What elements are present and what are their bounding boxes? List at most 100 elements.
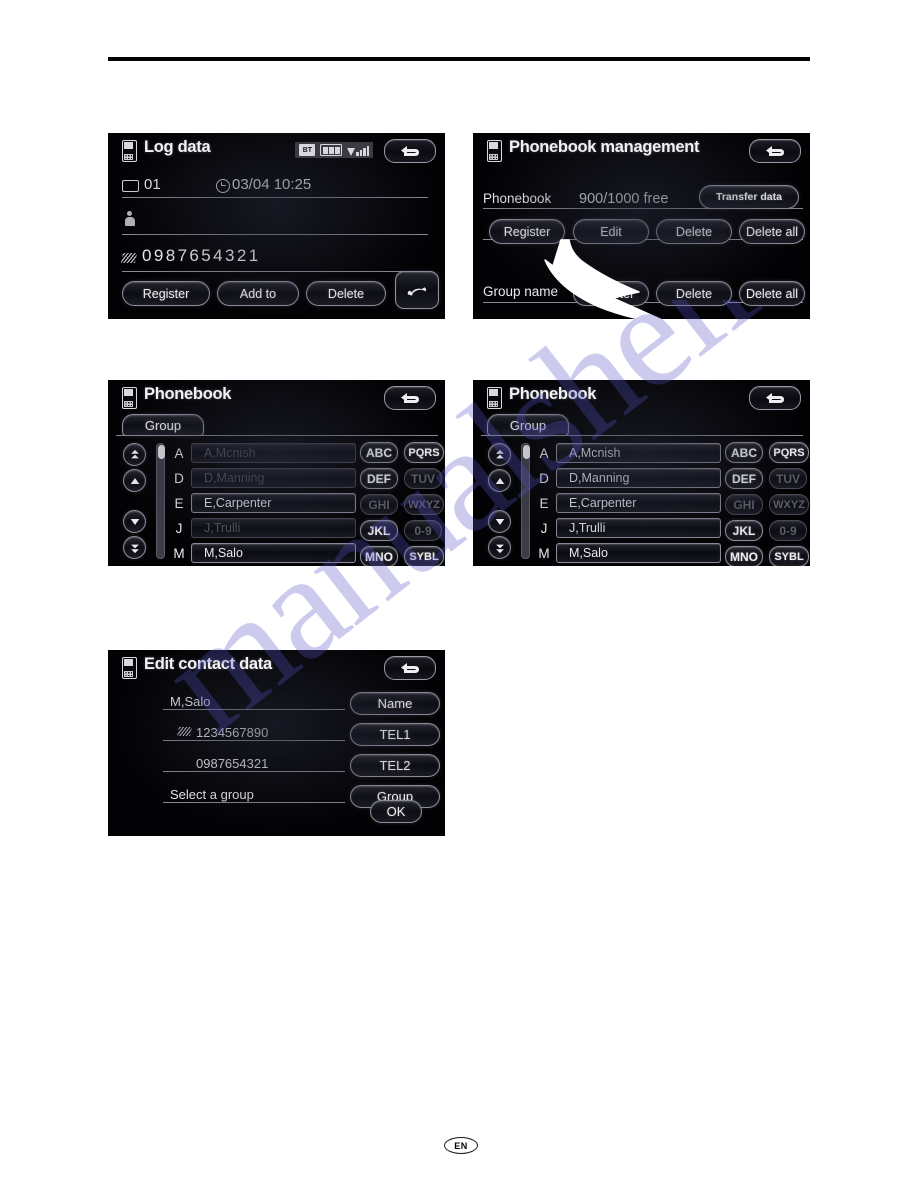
phone-icon (122, 387, 137, 409)
page-up-icon[interactable] (488, 443, 511, 466)
keypad-button-pqrs[interactable]: PQRS (769, 442, 809, 463)
back-arrow-icon (766, 393, 784, 403)
down-icon[interactable] (123, 510, 146, 533)
field-value: M,Salo (170, 694, 211, 709)
back-button[interactable] (384, 656, 436, 680)
scrollbar[interactable] (156, 443, 165, 559)
back-button[interactable] (384, 139, 436, 163)
up-arrow-icon (495, 477, 504, 484)
keypad-button-sybl[interactable]: SYBL (769, 546, 809, 566)
back-button[interactable] (749, 139, 801, 163)
pb-title-row: Phonebook (473, 380, 810, 414)
register-button[interactable]: Register (489, 219, 565, 244)
log-timestamp: 03/04 10:25 (232, 176, 312, 193)
list-item[interactable]: M,Salo (191, 543, 356, 563)
log-row-name (122, 209, 428, 235)
down-icon[interactable] (488, 510, 511, 533)
back-arrow-icon (401, 663, 419, 673)
list-index-letter: J (540, 521, 548, 536)
delete-button[interactable]: Delete (306, 281, 386, 306)
list-item: J,Trulli (191, 518, 356, 538)
log-row-number-time: 01 03/04 10:25 (122, 176, 428, 198)
ok-button[interactable]: OK (370, 800, 422, 823)
keypad-button-jkl[interactable]: JKL (725, 520, 763, 541)
keypad-button-ghi: GHI (725, 494, 763, 515)
list-item[interactable]: E,Carpenter (191, 493, 356, 513)
keypad-button-jkl[interactable]: JKL (360, 520, 398, 541)
group-register-button[interactable]: Register (573, 281, 649, 306)
field-underline (163, 740, 345, 741)
keypad-button-mno[interactable]: MNO (725, 546, 763, 566)
back-button[interactable] (384, 386, 436, 410)
list-index-letter: J (175, 521, 183, 536)
field-button-name[interactable]: Name (350, 692, 440, 715)
page-down-icon[interactable] (488, 536, 511, 559)
list-index-letter: A (539, 446, 549, 461)
divider (116, 435, 438, 436)
field-button-tel1[interactable]: TEL1 (350, 723, 440, 746)
group-name-label: Group name (483, 284, 559, 299)
call-log-icon (122, 180, 139, 192)
keypad-button-wxyz: WXYZ (404, 494, 444, 515)
list-item[interactable]: E,Carpenter (556, 493, 721, 513)
list-item[interactable]: A,Mcnish (556, 443, 721, 463)
transfer-data-button[interactable]: Transfer data (699, 185, 799, 209)
scrollbar[interactable] (521, 443, 530, 559)
field-button-tel2[interactable]: TEL2 (350, 754, 440, 777)
tab-group[interactable]: Group (487, 414, 569, 436)
keypad-button-sybl[interactable]: SYBL (404, 546, 444, 566)
group-delete-all-button[interactable]: Delete all (739, 281, 805, 306)
scrollbar-thumb[interactable] (158, 445, 165, 459)
keypad-button-abc[interactable]: ABC (360, 442, 398, 463)
language-badge: EN (444, 1137, 478, 1154)
back-button[interactable] (749, 386, 801, 410)
clock-icon (216, 179, 230, 193)
field-value: 0987654321 (196, 756, 269, 771)
up-icon[interactable] (488, 469, 511, 492)
log-entry-number: 01 (144, 176, 161, 193)
log-title-row: Log data BT (108, 133, 445, 167)
call-button[interactable] (395, 271, 439, 309)
keypad-button-abc[interactable]: ABC (725, 442, 763, 463)
log-phone-number: 0987654321 (142, 246, 261, 265)
tab-group[interactable]: Group (122, 414, 204, 436)
edit-button[interactable]: Edit (573, 219, 649, 244)
list-index-letter: D (174, 471, 184, 486)
bluetooth-icon: BT (299, 144, 316, 156)
down-arrow-icon (130, 518, 139, 525)
up-icon[interactable] (123, 469, 146, 492)
telephone-icon (177, 727, 192, 736)
delete-button[interactable]: Delete (656, 219, 732, 244)
keypad-button-def[interactable]: DEF (725, 468, 763, 489)
register-button[interactable]: Register (122, 281, 210, 306)
back-arrow-icon (401, 393, 419, 403)
back-arrow-icon (401, 146, 419, 156)
list-item: A,Mcnish (191, 443, 356, 463)
screen-edit-contact-data: Edit contact data M,Salo Name 1234567890 TE… (108, 650, 445, 836)
list-item[interactable]: J,Trulli (556, 518, 721, 538)
list-item[interactable]: M,Salo (556, 543, 721, 563)
keypad-button-0-9: 0-9 (404, 520, 442, 541)
signal-strength-icon (347, 144, 369, 156)
screen-phonebook-management: Phonebook management Phonebook 900/1000 … (473, 133, 810, 319)
list-index-letter: M (538, 546, 550, 561)
add-to-button[interactable]: Add to (217, 281, 299, 306)
keypad-button-def[interactable]: DEF (360, 468, 398, 489)
page-title: Log data (144, 138, 211, 156)
page-down-icon[interactable] (123, 536, 146, 559)
telephone-icon (120, 253, 138, 263)
back-arrow-icon (766, 146, 784, 156)
list-index-letter: M (173, 546, 185, 561)
group-delete-button[interactable]: Delete (656, 281, 732, 306)
keypad-button-pqrs[interactable]: PQRS (404, 442, 444, 463)
list-item[interactable]: D,Manning (556, 468, 721, 488)
phone-icon (122, 657, 137, 679)
mgmt-title-row: Phonebook management (473, 133, 810, 167)
scrollbar-thumb[interactable] (523, 445, 530, 459)
keypad-button-mno[interactable]: MNO (360, 546, 398, 566)
delete-all-button[interactable]: Delete all (739, 219, 805, 244)
page-up-icon[interactable] (123, 443, 146, 466)
keypad-button-0-9: 0-9 (769, 520, 807, 541)
keypad-button-wxyz: WXYZ (769, 494, 809, 515)
screen-phonebook-left: Phonebook Group A A,Mcnish D D,Manning E E,Ca… (108, 380, 445, 566)
